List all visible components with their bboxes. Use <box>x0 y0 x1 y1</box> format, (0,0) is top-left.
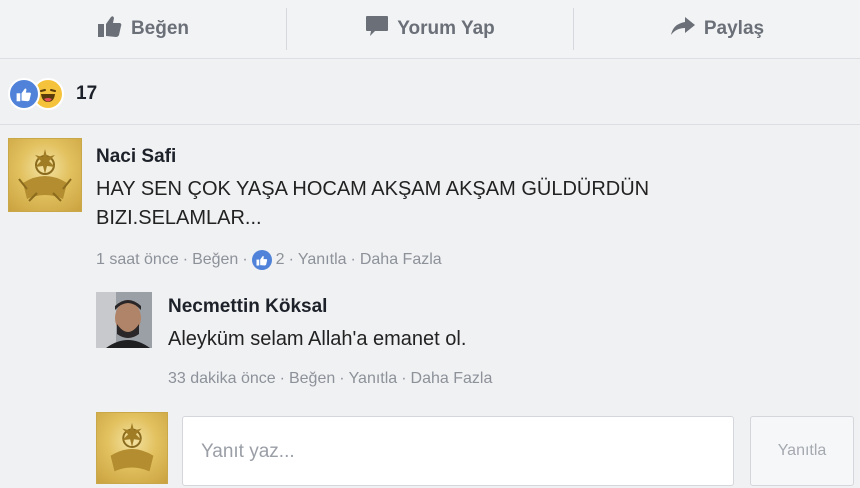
like-button[interactable]: Beğen <box>0 0 286 58</box>
comment-more-link[interactable]: Daha Fazla <box>360 251 442 269</box>
reply-like-link[interactable]: Beğen <box>289 370 335 388</box>
comment-reply-link[interactable]: Yanıtla <box>298 251 347 269</box>
person-photo-icon <box>96 292 152 348</box>
ornament-emblem-icon <box>18 149 72 202</box>
comment-like-count[interactable]: 2 <box>276 251 285 269</box>
comment-text-line: BIZI.SELAMLAR... <box>96 207 262 229</box>
comment-author[interactable]: Naci Safi <box>96 146 176 168</box>
meta-separator: · <box>279 370 285 387</box>
avatar[interactable] <box>96 292 152 348</box>
share-arrow-icon <box>670 16 696 42</box>
reply-author[interactable]: Necmettin Köksal <box>168 296 327 318</box>
meta-separator: · <box>288 251 294 268</box>
reactions-summary[interactable]: 17 <box>8 78 97 110</box>
share-label: Paylaş <box>703 18 765 39</box>
share-button[interactable]: Paylaş <box>574 0 860 58</box>
reply-more-link[interactable]: Daha Fazla <box>411 370 493 388</box>
meta-separator: · <box>339 370 345 387</box>
comment-meta: 1 saat önce · Beğen · 2 · Yanıtla · Daha… <box>96 250 442 270</box>
reaction-count: 17 <box>76 83 98 104</box>
reply-submit-button[interactable]: Yanıtla <box>750 416 854 486</box>
meta-separator: · <box>242 251 248 268</box>
comment-button[interactable]: Yorum Yap <box>287 0 573 58</box>
comment-timestamp: 1 saat önce <box>96 251 179 268</box>
reply-input[interactable]: Yanıt yaz... <box>182 416 734 486</box>
divider <box>0 124 860 125</box>
comment-like-link[interactable]: Beğen <box>192 251 238 269</box>
meta-separator: · <box>350 251 356 268</box>
like-reaction-icon <box>251 250 272 270</box>
like-reaction-icon <box>8 78 40 110</box>
composer-avatar <box>96 412 168 484</box>
comment-text-line: HAY SEN ÇOK YAŞA HOCAM AKŞAM AKŞAM GÜLDÜ… <box>96 178 650 200</box>
thumbs-up-icon <box>97 14 123 44</box>
reply-timestamp: 33 dakika önce <box>168 370 276 387</box>
ornament-emblem-icon <box>110 422 154 472</box>
comment-label: Yorum Yap <box>397 18 495 39</box>
like-label: Beğen <box>130 18 190 39</box>
meta-separator: · <box>182 251 189 268</box>
reply-text: Aleyküm selam Allah'a emanet ol. <box>168 328 467 350</box>
post-action-bar: Beğen Yorum Yap Paylaş <box>0 0 860 59</box>
comment-icon <box>365 15 389 43</box>
avatar[interactable] <box>8 138 82 212</box>
reply-reply-link[interactable]: Yanıtla <box>349 370 398 388</box>
reply-meta: 33 dakika önce · Beğen · Yanıtla · Daha … <box>168 370 492 388</box>
meta-separator: · <box>401 370 407 387</box>
